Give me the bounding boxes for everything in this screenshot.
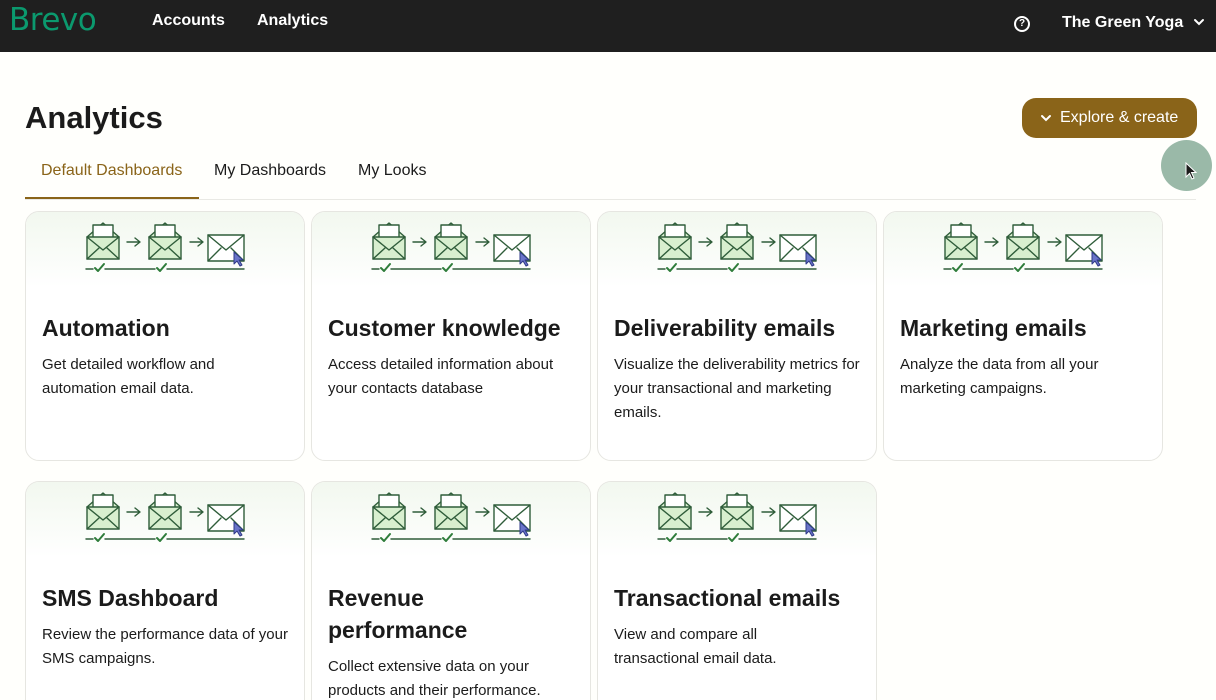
email-flow-illustration [26,482,304,557]
card-title: Transactional emails [614,585,841,611]
card-title: Marketing emails [900,315,1087,341]
email-flow-illustration [312,482,590,557]
dashboard-card-deliverability-emails[interactable]: Deliverability emails Visualize the deli… [597,211,877,461]
brevo-logo[interactable]: Brevo [9,2,97,38]
account-switcher[interactable]: The Green Yoga [1062,14,1183,32]
card-title: SMS Dashboard [42,585,219,611]
top-navigation-bar: Brevo Accounts Analytics ? The Green Yog… [0,0,1216,52]
help-circle-icon[interactable]: ? [1014,16,1030,32]
card-description: Get detailed workflow and automation ema… [42,356,215,397]
nav-accounts[interactable]: Accounts [152,12,225,30]
nav-analytics[interactable]: Analytics [257,12,328,30]
chevron-down-icon[interactable] [1193,16,1205,28]
email-flow-illustration [598,212,876,287]
dashboard-card-sms-dashboard[interactable]: SMS Dashboard Review the performance dat… [25,481,305,700]
explore-create-label: Explore & create [1060,109,1179,126]
tab-my-dashboards[interactable]: My Dashboards [214,162,326,180]
dashboard-card-customer-knowledge[interactable]: Customer knowledge Access detailed infor… [311,211,591,461]
page-title: Analytics [25,100,163,135]
explore-create-button[interactable]: Explore & create [1022,98,1197,138]
dashboard-tabs: Default Dashboards My Dashboards My Look… [25,158,1196,200]
card-title: Customer knowledge [328,315,561,341]
chevron-down-icon [1041,115,1051,122]
email-flow-illustration [884,212,1162,287]
card-description: Analyze the data from all your marketing… [900,356,1099,397]
email-flow-illustration [598,482,876,557]
active-tab-indicator [25,197,199,199]
dashboard-card-transactional-emails[interactable]: Transactional emails View and compare al… [597,481,877,700]
tab-my-looks[interactable]: My Looks [358,162,426,180]
card-description: Collect extensive data on your products … [328,658,541,699]
card-title: Automation [42,315,170,341]
card-description: View and compare all transactional email… [614,626,777,667]
dashboard-card-marketing-emails[interactable]: Marketing emails Analyze the data from a… [883,211,1163,461]
tab-default-dashboards[interactable]: Default Dashboards [41,162,182,180]
card-description: Review the performance data of your SMS … [42,626,288,667]
mouse-pointer-icon [1185,162,1198,180]
dashboard-card-automation[interactable]: Automation Get detailed workflow and aut… [25,211,305,461]
card-title: Deliverability emails [614,315,836,341]
card-title: Revenue performance [328,585,468,643]
email-flow-illustration [26,212,304,287]
dashboard-card-revenue-performance[interactable]: Revenue performance Collect extensive da… [311,481,591,700]
card-description: Access detailed information about your c… [328,356,554,397]
email-flow-illustration [312,212,590,287]
card-description: Visualize the deliverability metrics for… [614,356,860,421]
